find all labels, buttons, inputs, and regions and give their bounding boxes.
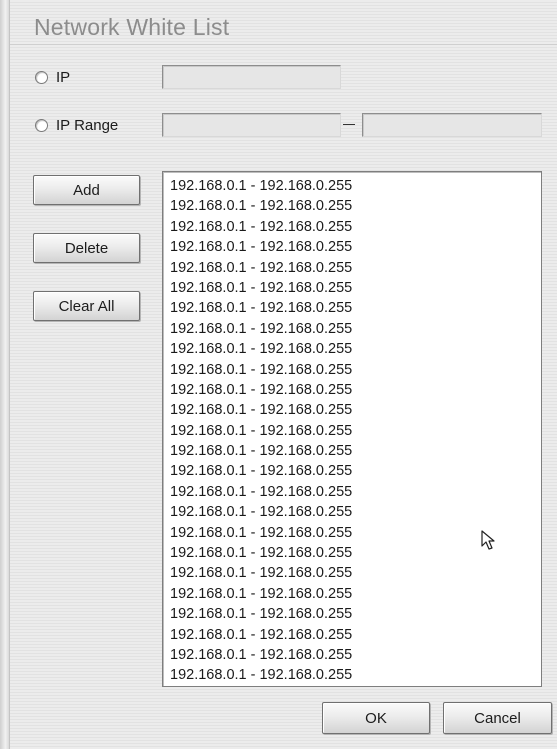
white-list-box[interactable]: 192.168.0.1 - 192.168.0.255 192.168.0.1 -… [162, 171, 542, 687]
title-bar: Network White List [10, 0, 557, 45]
white-list-item[interactable]: 192.168.0.1 - 192.168.0.255 [170, 258, 541, 278]
ip-range-option[interactable]: IP Range [35, 117, 118, 134]
ip-range-end-input[interactable] [362, 113, 542, 137]
white-list-item[interactable]: 192.168.0.1 - 192.168.0.255 [170, 237, 541, 257]
white-list-item[interactable]: 192.168.0.1 - 192.168.0.255 [170, 360, 541, 380]
white-list-item[interactable]: 192.168.0.1 - 192.168.0.255 [170, 319, 541, 339]
mouse-pointer-icon [481, 530, 495, 550]
white-list-item[interactable]: 192.168.0.1 - 192.168.0.255 [170, 665, 541, 685]
white-list-item[interactable]: 192.168.0.1 - 192.168.0.255 [170, 298, 541, 318]
white-list-item[interactable]: 192.168.0.1 - 192.168.0.255 [170, 563, 541, 583]
white-list-item[interactable]: 192.168.0.1 - 192.168.0.255 [170, 421, 541, 441]
white-list-item[interactable]: 192.168.0.1 - 192.168.0.255 [170, 278, 541, 298]
clear-all-button[interactable]: Clear All [33, 291, 140, 321]
ip-range-radio-label: IP Range [56, 117, 119, 134]
white-list-item[interactable]: 192.168.0.1 - 192.168.0.255 [170, 196, 541, 216]
white-list-item[interactable]: 192.168.0.1 - 192.168.0.255 [170, 400, 541, 420]
delete-button[interactable]: Delete [33, 233, 140, 263]
ok-button[interactable]: OK [322, 702, 430, 734]
white-list-item[interactable]: 192.168.0.1 - 192.168.0.255 [170, 461, 541, 481]
white-list-item[interactable]: 192.168.0.1 - 192.168.0.255 [170, 441, 541, 461]
white-list-item[interactable]: 192.168.0.1 - 192.168.0.255 [170, 217, 541, 237]
cancel-button[interactable]: Cancel [443, 702, 552, 734]
ip-input[interactable] [162, 65, 341, 89]
add-button[interactable]: Add [33, 175, 140, 205]
ip-radio[interactable] [35, 71, 48, 84]
window-left-edge [0, 0, 10, 749]
white-list-item[interactable]: 192.168.0.1 - 192.168.0.255 [170, 502, 541, 522]
ip-range-start-input[interactable] [162, 113, 341, 137]
white-list-item[interactable]: 192.168.0.1 - 192.168.0.255 [170, 604, 541, 624]
white-list-item[interactable]: 192.168.0.1 - 192.168.0.255 [170, 625, 541, 645]
range-separator [343, 124, 355, 125]
white-list-item[interactable]: 192.168.0.1 - 192.168.0.255 [170, 380, 541, 400]
white-list-item[interactable]: 192.168.0.1 - 192.168.0.255 [170, 584, 541, 604]
white-list-item[interactable]: 192.168.0.1 - 192.168.0.255 [170, 339, 541, 359]
dialog-title: Network White List [34, 14, 230, 40]
white-list-item[interactable]: 192.168.0.1 - 192.168.0.255 [170, 176, 541, 196]
white-list-item[interactable]: 192.168.0.1 - 192.168.0.255 [170, 482, 541, 502]
white-list-item[interactable]: 192.168.0.1 - 192.168.0.255 [170, 645, 541, 665]
ip-range-radio[interactable] [35, 119, 48, 132]
ip-option[interactable]: IP [35, 69, 70, 86]
ip-radio-label: IP [56, 69, 71, 86]
